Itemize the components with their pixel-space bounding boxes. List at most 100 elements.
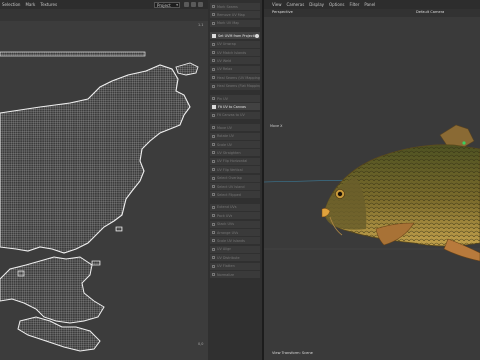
tool-item-label: UV Relax [217,67,233,72]
uv-island-lower[interactable] [0,256,105,324]
close-icon[interactable] [198,2,203,7]
tool-item[interactable]: Mark Seams [210,3,260,10]
transform-gizmo-icon[interactable] [462,141,466,145]
uv-island-small[interactable] [115,226,123,232]
tool-icon [212,126,215,130]
fish-model[interactable] [264,17,480,350]
tool-item[interactable]: Select Overlap [210,174,260,182]
tool-item[interactable]: Normalize [210,271,260,278]
menu-options[interactable]: Options [329,2,344,7]
tool-item[interactable]: Remove UV Map [210,11,260,19]
menu-selection[interactable]: Selection [2,2,20,7]
tool-item[interactable]: UV Flip Vertical [210,166,260,174]
tool-icon [212,42,215,46]
tool-item[interactable]: Extend UVs [210,203,260,211]
chevron-down-icon: ▾ [176,3,178,7]
tool-item-label: UV Match Islands [217,50,247,55]
options-icon[interactable] [255,33,259,38]
uv-island-tail[interactable] [17,316,101,352]
tool-icon [212,59,215,63]
tool-item[interactable]: Set UVM from Projection [210,32,260,40]
viewport-toolbar [264,9,480,17]
viewport-menubar: View Cameras Display Options Filter Pane… [264,0,480,9]
tool-icon [212,51,215,54]
tool-icon [212,113,215,117]
3d-viewport[interactable]: View Cameras Display Options Filter Pane… [264,0,480,360]
tool-item-label: Heal Seams (Flat Mapping) [217,84,260,89]
menu-panel[interactable]: Panel [364,2,375,7]
uv-island-body[interactable] [0,64,191,254]
fish-head [324,177,367,230]
menu-view[interactable]: View [272,2,282,7]
tool-icon [212,134,215,138]
tool-icon [212,185,215,188]
settings-icon[interactable] [191,2,196,7]
tool-item[interactable]: UV Distribute [210,254,260,262]
tool-icon [212,159,215,163]
uv-island-fin[interactable] [175,62,199,76]
menu-textures[interactable]: Textures [40,2,57,7]
tool-item-label: UV Distribute [217,255,240,260]
menu-mark[interactable]: Mark [25,2,35,7]
uv-editor-panel[interactable]: Selection Mark Textures Project ▾ 1.1 0,… [0,0,208,360]
tool-icon [212,214,215,218]
tool-item[interactable]: Pack UVs [210,212,260,220]
tool-item[interactable]: UV Weld [210,57,260,65]
tool-item[interactable]: Pin UV [210,95,260,102]
menu-filter[interactable]: Filter [349,2,359,7]
tool-item[interactable]: UV Match Islands [210,49,260,56]
tool-item-label: UV Align [217,247,232,252]
tool-icon [212,256,215,260]
tool-item[interactable]: Fit UV to Canvas [210,103,260,111]
tool-item-label: Fit UV to Canvas [218,104,246,109]
tool-item-label: Remove UV Map [217,12,245,17]
uv-wireframe[interactable] [0,21,208,360]
tool-item[interactable]: Select Flipped [210,191,260,199]
uv-island-strip[interactable] [0,51,146,57]
tool-item[interactable]: UV Flatten [210,262,260,270]
tool-item[interactable]: UV Relax [210,65,260,73]
tool-item-label: Scale UV Islands [217,238,245,243]
menu-cameras[interactable]: Cameras [287,2,305,7]
tool-icon [212,264,215,268]
tool-item[interactable]: Heal Seams (Flat Mapping) [210,82,260,90]
tool-item[interactable]: Move UV [210,124,260,132]
tool-item[interactable]: Scale UV Islands [210,237,260,245]
uv-island-small[interactable] [91,260,101,266]
tool-item[interactable]: Scale UV [210,141,260,148]
checkbox-icon[interactable] [212,33,216,38]
tool-item-label: Rotate UV [217,134,234,139]
tool-item[interactable]: Select UV Island [210,183,260,190]
tool-item-label: Set UVM from Projection [218,33,260,38]
mode-dropdown[interactable]: Project ▾ [154,2,180,8]
tool-icon [212,222,215,226]
tool-item-label: Mark UV Map [217,21,240,26]
tool-item[interactable]: UV Unwrap [210,40,260,48]
tool-icon [212,176,215,180]
uv-island-small[interactable] [17,270,25,277]
tool-icon [212,168,215,172]
tool-item-label: Select Flipped [217,192,241,197]
uv-menubar: Selection Mark Textures Project ▾ [0,0,208,9]
tool-item[interactable]: UV Straighten [210,149,260,157]
checkbox-icon[interactable] [212,104,216,109]
menu-display[interactable]: Display [309,2,324,7]
tool-panel: Mark Seams Remove UV Map Mark UV Map Set UV… [208,0,264,360]
perspective-label: Perspective [272,10,293,14]
camera-label[interactable]: Default Camera [416,10,444,14]
tool-item[interactable]: Mark UV Map [210,19,260,27]
tool-item[interactable]: Stack UVs [210,220,260,228]
tool-item[interactable]: Heal Seams (UV Mapping) [210,74,260,82]
tool-icon [212,247,215,251]
tool-item[interactable]: UV Align [210,245,260,253]
tool-item[interactable]: Rotate UV [210,132,260,140]
tool-item[interactable]: Arrange UVs [210,229,260,236]
maximize-icon[interactable] [184,2,189,7]
tool-item-label: Pack UVs [217,213,233,218]
tool-item[interactable]: Fit Canvas to UV [210,111,260,119]
tool-icon [212,5,215,8]
tool-item-label: Select Overlap [217,176,242,181]
tool-item-label: UV Unwrap [217,42,236,47]
tool-item-label: Heal Seams (UV Mapping) [217,75,260,80]
tool-item[interactable]: UV Flip Horizontal [210,157,260,165]
